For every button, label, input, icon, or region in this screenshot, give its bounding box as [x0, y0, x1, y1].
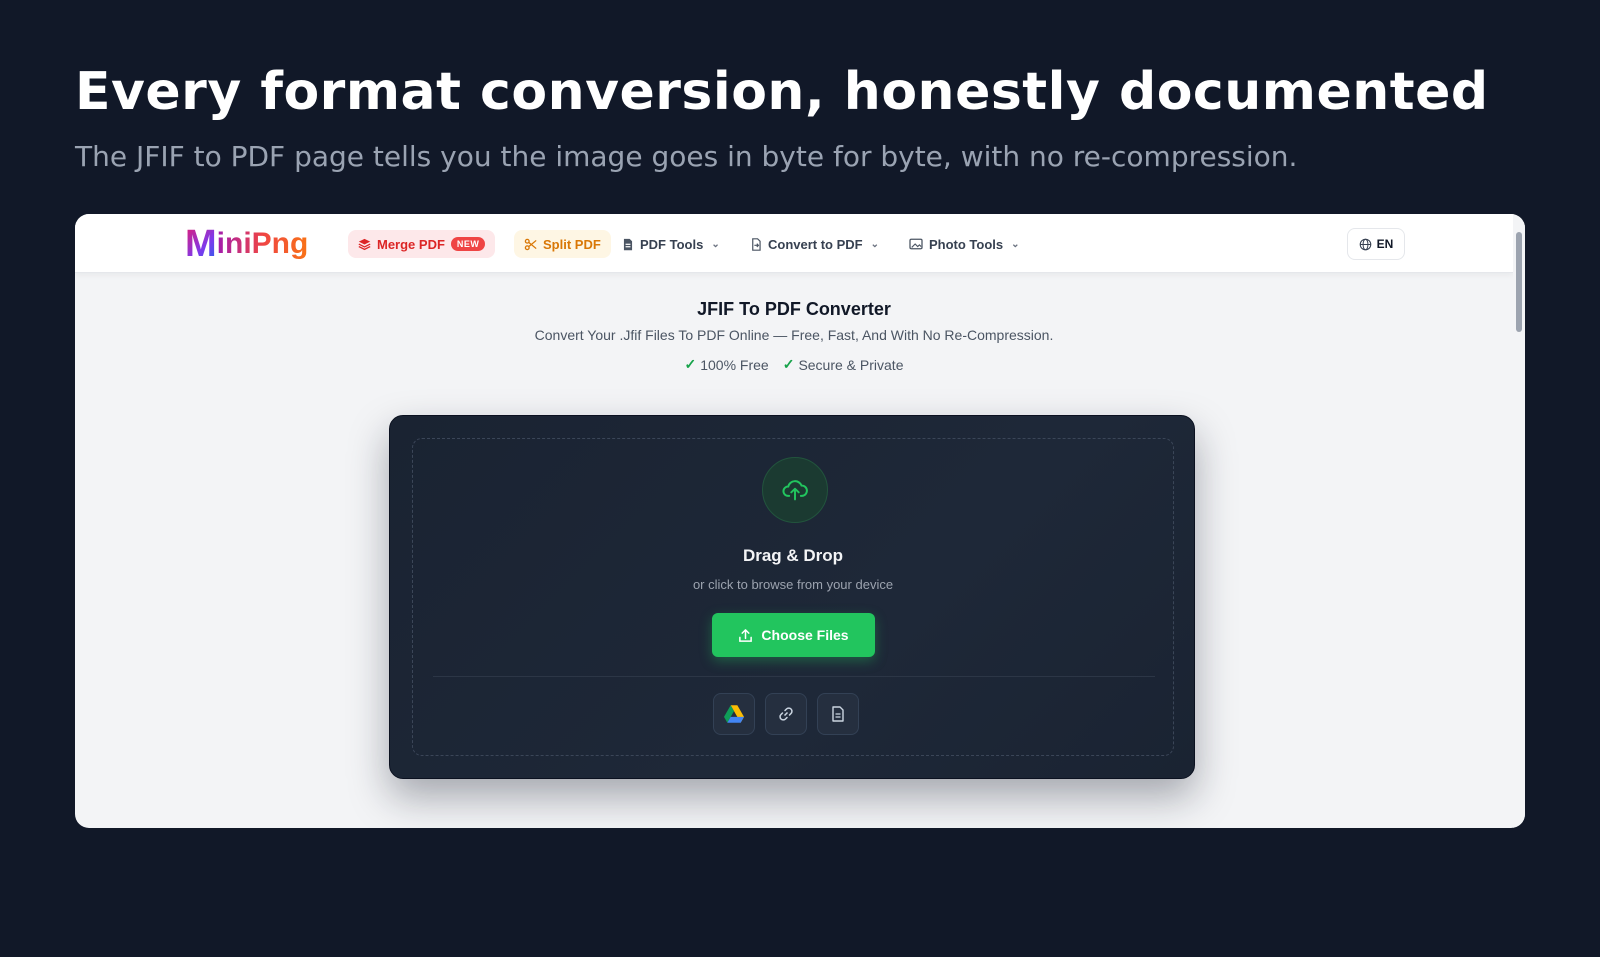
language-selector[interactable]: EN [1347, 228, 1405, 260]
nav-merge-pdf-label: Merge PDF [377, 236, 445, 252]
new-badge: NEW [450, 237, 486, 251]
choose-files-label: Choose Files [761, 627, 849, 643]
nav-photo-tools[interactable]: Photo Tools ⌄ [899, 230, 1030, 258]
image-icon [909, 238, 923, 250]
nav-merge-pdf[interactable]: Merge PDF NEW [348, 230, 496, 258]
upload-cloud-badge [762, 457, 828, 523]
nav-photo-tools-label: Photo Tools [929, 236, 1004, 252]
scrollbar-thumb[interactable] [1516, 232, 1522, 332]
check-icon: ✓ [782, 356, 795, 372]
cloud-upload-icon [782, 480, 808, 501]
nav-split-pdf[interactable]: Split PDF [514, 230, 611, 258]
feature-item: ✓ 100% Free [684, 356, 768, 373]
feature-list: ✓ 100% Free ✓ Secure & Private [75, 356, 1513, 373]
page-title: JFIF To PDF Converter [697, 299, 891, 319]
feature-item: ✓ Secure & Private [783, 356, 904, 373]
scrollbar[interactable] [1513, 214, 1525, 828]
nav-convert-to-pdf-label: Convert to PDF [768, 236, 863, 252]
url-import-button[interactable] [765, 693, 807, 735]
layers-icon [358, 238, 371, 250]
dropzone-title: Drag & Drop [742, 546, 844, 565]
language-label: EN [1376, 237, 1394, 251]
globe-icon [1359, 238, 1371, 250]
logo[interactable]: MiniPng [185, 223, 309, 265]
page-description: Convert Your .Jfif Files To PDF Online —… [534, 327, 1054, 343]
dropzone[interactable]: Drag & Drop or click to browse from your… [412, 438, 1174, 756]
logo-mark: M [185, 223, 217, 265]
nav-split-pdf-label: Split PDF [543, 236, 601, 252]
divider [433, 676, 1155, 677]
upload-icon [739, 628, 753, 642]
nav-convert-to-pdf[interactable]: Convert to PDF ⌄ [740, 230, 889, 258]
upload-card: Drag & Drop or click to browse from your… [389, 415, 1195, 779]
chevron-down-icon: ⌄ [870, 238, 880, 250]
google-drive-button[interactable] [713, 693, 755, 735]
chevron-down-icon: ⌄ [711, 238, 720, 250]
dropzone-subtitle: or click to browse from your device [692, 577, 894, 592]
check-icon: ✓ [684, 356, 697, 372]
hero-subtitle: The JFIF to PDF page tells you the image… [75, 140, 1298, 173]
google-drive-icon [724, 705, 744, 723]
convert-icon [752, 237, 761, 251]
choose-files-button[interactable]: Choose Files [712, 613, 875, 657]
logo-text: iniPng [216, 227, 309, 260]
hero-title: Every format conversion, honestly docume… [75, 62, 1489, 122]
document-icon [832, 706, 844, 722]
nav-pdf-tools-label: PDF Tools [640, 236, 704, 252]
link-icon [779, 707, 793, 721]
pdf-file-icon [623, 238, 633, 250]
screenshot-frame: MiniPng Merge PDF NEW Split PDF PDF Tool… [75, 214, 1525, 828]
feature-label: 100% Free [700, 356, 769, 373]
scissors-icon [524, 238, 537, 250]
feature-label: Secure & Private [798, 356, 904, 373]
nav-pdf-tools[interactable]: PDF Tools ⌄ [612, 230, 730, 258]
chevron-down-icon: ⌄ [1011, 238, 1020, 250]
document-import-button[interactable] [817, 693, 859, 735]
navbar: MiniPng Merge PDF NEW Split PDF PDF Tool… [75, 214, 1513, 273]
